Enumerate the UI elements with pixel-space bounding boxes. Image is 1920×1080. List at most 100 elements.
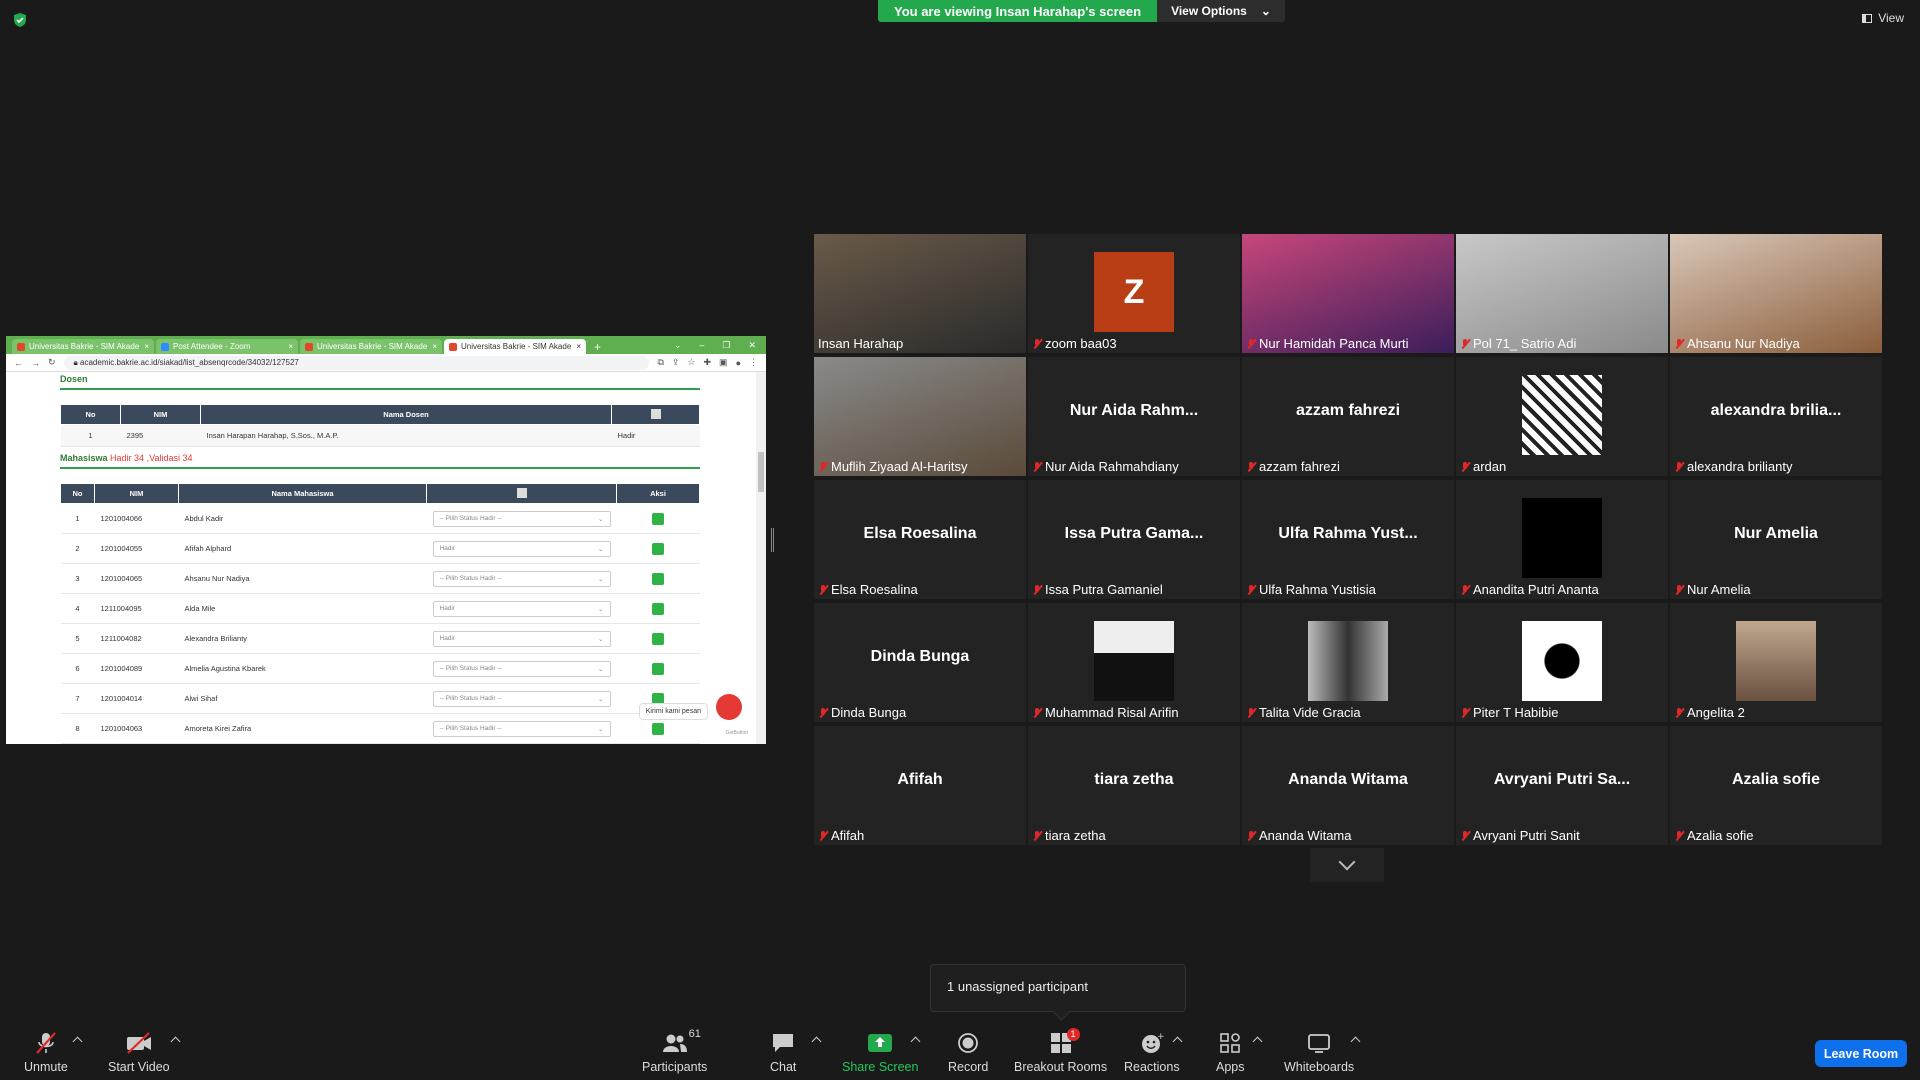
university-favicon-icon [449,342,457,351]
chat-options-caret-icon[interactable] [811,1036,822,1047]
status-select[interactable]: -- Pilih Status Hadir -- ⌄ [432,690,611,707]
participant-tile[interactable]: Dinda Bunga Dinda Bunga [814,603,1026,722]
maximize-icon[interactable]: ❐ [722,340,730,351]
participant-tile[interactable]: Talita Vide Gracia [1242,603,1454,722]
participant-tile[interactable]: ardan [1456,357,1668,476]
close-icon[interactable]: × [576,342,581,351]
participant-tile[interactable]: alexandra brilia... alexandra brilianty [1670,357,1882,476]
save-action-icon[interactable] [652,512,664,525]
status-select[interactable]: Hadir ⌄ [432,630,611,647]
extensions-icon[interactable]: ✚ [704,357,712,368]
view-options-button[interactable]: View Options ⌄ [1157,0,1285,22]
participant-tile[interactable]: Afifah Afifah [814,726,1026,845]
cell: 1 [60,503,95,534]
share-icon[interactable]: ⇪ [672,357,680,368]
browser-tab-active[interactable]: Universitas Bakrie - SIM Akade × [444,339,586,354]
participant-tile[interactable]: Azalia sofie Azalia sofie [1670,726,1882,845]
profile-icon[interactable]: ● [736,358,741,368]
back-icon[interactable]: ← [14,358,23,368]
menu-icon[interactable]: ⋮ [749,357,758,368]
save-action-icon[interactable] [652,662,664,675]
participant-tile[interactable]: Ananda Witama Ananda Witama [1242,726,1454,845]
sidepanel-icon[interactable]: ▣ [719,357,728,368]
col-header-checkbox[interactable] [611,404,700,425]
participant-tile[interactable]: Zzoom baa03 [1028,234,1240,353]
save-action-icon[interactable] [652,722,664,735]
participant-tile[interactable]: Ahsanu Nur Nadiya [1670,234,1882,353]
status-select[interactable]: -- Pilih Status Hadir -- ⌄ [432,570,611,587]
split-view-handle[interactable] [771,528,774,552]
tab-search-icon[interactable]: ⌄ [674,340,682,351]
close-window-icon[interactable]: ✕ [748,340,756,351]
status-select[interactable]: Hadir ⌄ [432,540,611,557]
participant-tile[interactable]: Ulfa Rahma Yust... Ulfa Rahma Yustisia [1242,480,1454,599]
participant-tile[interactable]: Nur Amelia Nur Amelia [1670,480,1882,599]
security-shield-icon[interactable] [12,12,28,28]
table-row: 1 2395 Insan Harapan Harahap, S.Sos., M.A.… [60,424,700,447]
status-select[interactable]: Hadir ⌄ [432,600,611,617]
apps-button[interactable]: Apps [1216,1032,1245,1074]
participant-tile[interactable]: Muhammad Risal Arifin [1028,603,1240,722]
video-options-caret-icon[interactable] [170,1036,181,1047]
participant-tile[interactable]: Avryani Putri Sa... Avryani Putri Sanit [1456,726,1668,845]
translate-icon[interactable]: ⧉ [657,357,663,368]
start-video-button[interactable]: Start Video [108,1032,170,1074]
view-button[interactable]: View [1862,11,1904,25]
save-action-icon[interactable] [652,632,664,645]
scrollbar[interactable] [756,372,766,744]
browser-tab[interactable]: Post Attendee - Zoom × [156,339,298,354]
participant-tile[interactable]: Piter T Habibie [1456,603,1668,722]
browser-tab[interactable]: Universitas Bakrie - SIM Akade × [300,339,442,354]
url-field[interactable]: 🔒︎ academic.bakrie.ac.id/siakad/list_abs… [63,355,650,370]
cell: Afifah Alphard [178,533,427,564]
apps-caret-icon[interactable] [1252,1036,1263,1047]
participant-tile[interactable]: Pol 71_ Satrio Adi [1456,234,1668,353]
next-page-button[interactable] [1310,848,1384,882]
chat-label: Chat [770,1060,797,1074]
status-select[interactable]: -- Pilih Status Hadir -- ⌄ [432,720,611,737]
participant-tile[interactable]: Issa Putra Gama... Issa Putra Gamaniel [1028,480,1240,599]
close-icon[interactable]: × [144,342,149,351]
muted-mic-icon [818,707,828,719]
save-action-icon[interactable] [652,602,664,615]
grid-view-icon [1862,13,1873,23]
breakout-rooms-button[interactable]: 1 Breakout Rooms [1014,1028,1107,1074]
participant-tile[interactable]: azzam fahrezi azzam fahrezi [1242,357,1454,476]
minimize-icon[interactable]: – [699,340,704,350]
browser-tab[interactable]: Universitas Bakrie - SIM Akade × [12,339,154,354]
save-action-icon[interactable] [652,542,664,555]
close-icon[interactable]: × [432,342,437,351]
status-value: Hadir [439,635,456,642]
whiteboards-button[interactable]: Whiteboards [1284,1032,1354,1074]
close-icon[interactable]: × [288,342,293,351]
unmute-label: Unmute [24,1060,68,1074]
leave-room-button[interactable]: Leave Room [1815,1040,1907,1067]
new-tab-icon[interactable]: + [588,340,607,354]
scrollbar-thumb[interactable] [758,452,764,492]
share-screen-button[interactable]: Share Screen [842,1032,918,1074]
record-button[interactable]: Record [948,1032,988,1074]
participant-tile[interactable]: Muflih Ziyaad Al-Haritsy [814,357,1026,476]
participants-button[interactable]: 61 Participants [642,1028,707,1074]
participant-tile[interactable]: Nur Aida Rahm... Nur Aida Rahmahdiany [1028,357,1240,476]
unmute-button[interactable]: Unmute [24,1032,68,1074]
cell: Hadir ⌄ [426,623,617,654]
participant-tile[interactable]: Anandita Putri Ananta [1456,480,1668,599]
reload-icon[interactable]: ↻ [48,357,56,368]
cell: 1201004065 [94,563,179,594]
audio-options-caret-icon[interactable] [72,1036,83,1047]
participant-tile[interactable]: Nur Hamidah Panca Murti [1242,234,1454,353]
col-header-checkbox[interactable] [426,483,617,504]
participant-tile[interactable]: tiara zetha tiara zetha [1028,726,1240,845]
status-select[interactable]: -- Pilih Status Hadir -- ⌄ [432,660,611,677]
participant-tile[interactable]: Angelita 2 [1670,603,1882,722]
star-icon[interactable]: ☆ [687,357,695,368]
participant-tile[interactable]: Elsa Roesalina Elsa Roesalina [814,480,1026,599]
reactions-button[interactable]: + Reactions [1124,1032,1180,1074]
save-action-icon[interactable] [652,572,664,585]
status-select[interactable]: -- Pilih Status Hadir -- ⌄ [432,510,611,527]
forward-icon[interactable]: → [31,358,40,368]
chat-widget-icon[interactable] [716,694,742,720]
chat-button[interactable]: Chat [770,1032,796,1074]
participant-tile[interactable]: Insan Harahap [814,234,1026,353]
